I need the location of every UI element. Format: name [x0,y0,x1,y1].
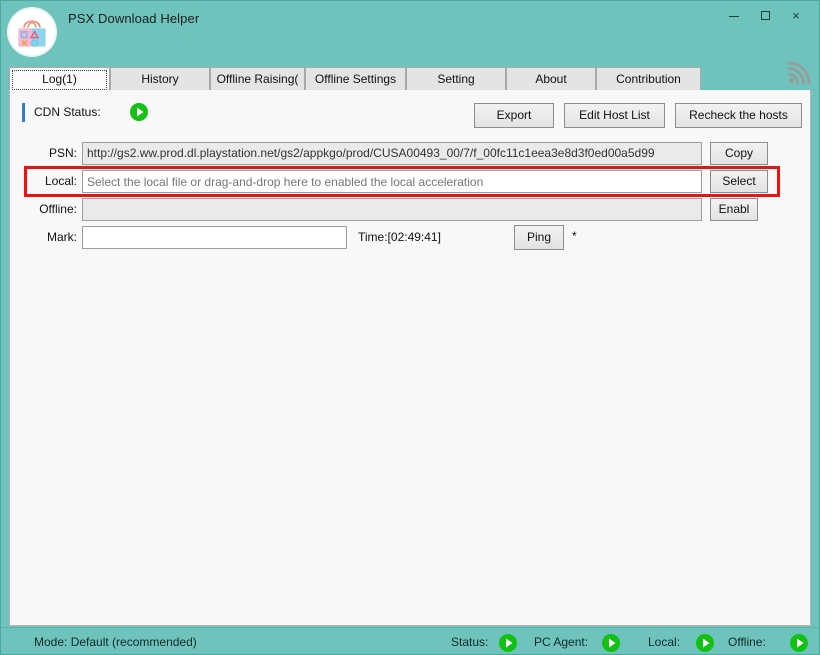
local-led-icon [695,633,715,653]
status-bar: Mode: Default (recommended) Status: PC A… [1,627,819,654]
maximize-icon [760,11,770,20]
close-button[interactable]: × [783,5,809,27]
tab-offline-raising[interactable]: Offline Raising( [210,67,305,91]
edit-host-list-button[interactable]: Edit Host List [564,103,665,128]
minimize-button[interactable] [721,5,747,27]
mark-input[interactable] [82,226,347,249]
close-icon: × [792,8,800,23]
ping-asterisk: * [572,229,577,243]
tab-contribution[interactable]: Contribution [596,67,701,91]
select-label: Select [722,174,756,188]
offline-led-icon [789,633,809,653]
tab-label: Contribution [616,72,681,86]
maximize-button[interactable] [752,5,778,27]
log-panel: CDN Status: Export Edit Host List Rechec… [9,90,811,626]
offline-row: Offline: Enabl [10,198,810,222]
tab-label: Log(1) [42,72,77,86]
mode-status: Mode: Default (recommended) [34,635,197,649]
tab-history[interactable]: History [110,67,210,91]
accent-bar [22,103,25,122]
status-label: Status: [451,635,489,649]
copy-label: Copy [724,146,753,160]
recheck-hosts-label: Recheck the hosts [689,108,788,122]
cdn-status-label: CDN Status: [34,105,101,119]
tab-about[interactable]: About [506,67,596,91]
local-file-input[interactable] [82,170,702,193]
tab-label: Setting [437,72,475,86]
psn-url-input[interactable]: http://gs2.ww.prod.dl.playstation.net/gs… [82,142,702,165]
time-text: Time:[02:49:41] [358,230,441,244]
recheck-hosts-button[interactable]: Recheck the hosts [675,103,802,128]
local-row: Local: Select [10,170,810,194]
tab-log[interactable]: Log(1) [9,67,110,91]
local-label: Local: [44,174,77,188]
ping-button[interactable]: Ping [514,225,564,250]
psn-label: PSN: [48,146,77,160]
window-title: PSX Download Helper [68,11,200,26]
edit-host-list-label: Edit Host List [579,108,650,122]
mode-label: Mode: [34,635,68,649]
minimize-icon [729,16,739,17]
cdn-status-led-icon [129,102,149,122]
copy-button[interactable]: Copy [710,142,768,165]
enable-label: Enabl [718,202,750,216]
psn-row: PSN: http://gs2.ww.prod.dl.playstation.n… [10,142,810,166]
tab-label: Offline Raising( [216,72,299,86]
ping-label: Ping [526,230,552,244]
offline-input[interactable] [82,198,702,221]
rss-feed-icon[interactable] [785,61,811,87]
tab-label: History [141,72,179,86]
mark-row: Mark: Time:[02:49:41] Ping * [10,225,810,250]
tab-label: About [535,72,567,86]
pc-agent-label: PC Agent: [534,635,589,649]
tab-offline-settings[interactable]: Offline Settings [305,67,406,91]
offline-label: Offline: [39,202,77,216]
mode-value: Default (recommended) [70,635,197,649]
status-led-icon [498,633,518,653]
select-file-button[interactable]: Select [710,170,768,193]
offline-status-label: Offline: [728,635,766,649]
tab-setting[interactable]: Setting [406,67,506,91]
tab-label: Offline Settings [314,72,397,86]
export-button[interactable]: Export [474,103,554,128]
cdn-status-row: CDN Status: Export Edit Host List Rechec… [10,90,810,132]
title-bar: PSX Download Helper × [1,1,819,59]
tab-bar: Log(1) History Offline Raising( Offline … [9,67,766,91]
app-window: PSX Download Helper × Log(1) History Off… [0,0,820,655]
playstation-store-icon [7,7,57,57]
local-status-label: Local: [648,635,681,649]
enable-button[interactable]: Enabl [710,198,758,221]
export-label: Export [496,108,532,122]
mark-label: Mark: [47,230,77,244]
pc-agent-led-icon [601,633,621,653]
